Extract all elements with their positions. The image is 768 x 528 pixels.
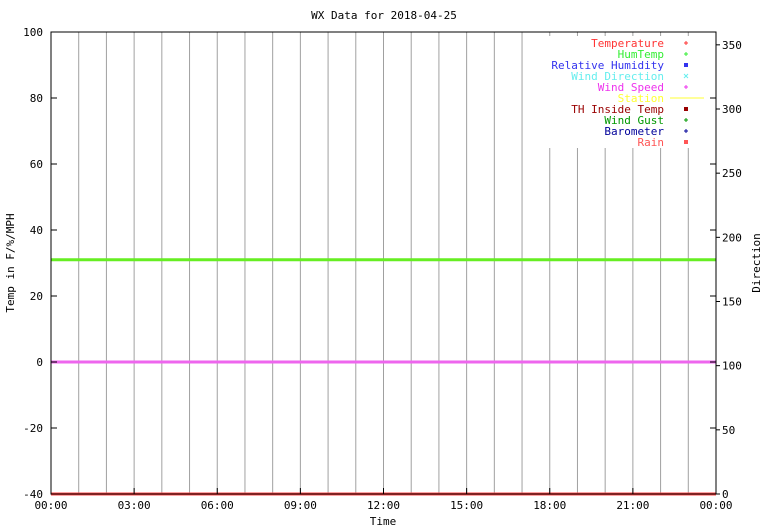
y2-axis: 050100150200250300350 xyxy=(716,39,742,501)
x-tick-label: 12:00 xyxy=(367,499,400,512)
x-tick-label: 06:00 xyxy=(201,499,234,512)
y-tick-label: 40 xyxy=(30,224,43,237)
legend-marker-th-inside-temp xyxy=(684,107,688,111)
y2-tick-label: 150 xyxy=(722,296,742,309)
y2-tick-label: 250 xyxy=(722,167,742,180)
y2-tick-label: 100 xyxy=(722,360,742,373)
y2-tick-label: 50 xyxy=(722,424,735,437)
y-tick-label: 20 xyxy=(30,290,43,303)
x-tick-label: 15:00 xyxy=(450,499,483,512)
y-tick-label: 0 xyxy=(36,356,43,369)
x-tick-label: 21:00 xyxy=(616,499,649,512)
x-tick-label: 00:00 xyxy=(699,499,732,512)
x-tick-label: 09:00 xyxy=(284,499,317,512)
y2-axis-label: Direction xyxy=(750,233,763,293)
legend-marker-relative-humidity xyxy=(684,63,688,67)
y2-tick-label: 200 xyxy=(722,231,742,244)
x-tick-label: 03:00 xyxy=(118,499,151,512)
chart-title: WX Data for 2018-04-25 xyxy=(311,9,457,22)
legend-label-rain: Rain xyxy=(638,136,665,149)
y2-tick-label: 350 xyxy=(722,39,742,52)
y-tick-label: -20 xyxy=(23,422,43,435)
y-tick-label: 60 xyxy=(30,158,43,171)
x-tick-label: 00:00 xyxy=(34,499,67,512)
y-tick-label: 100 xyxy=(23,26,43,39)
wx-chart: -40-20020406080100 050100150200250300350… xyxy=(4,9,763,528)
y2-tick-label: 300 xyxy=(722,103,742,116)
x-axis-label: Time xyxy=(370,515,397,528)
x-tick-label: 18:00 xyxy=(533,499,566,512)
y-axis-label: Temp in F/%/MPH xyxy=(4,213,17,312)
legend-marker-rain xyxy=(684,140,688,144)
x-axis: 00:00 03:00 06:00 09:00 12:00 15:00 18:00 21:00… xyxy=(34,488,733,512)
y-tick-label: 80 xyxy=(30,92,43,105)
